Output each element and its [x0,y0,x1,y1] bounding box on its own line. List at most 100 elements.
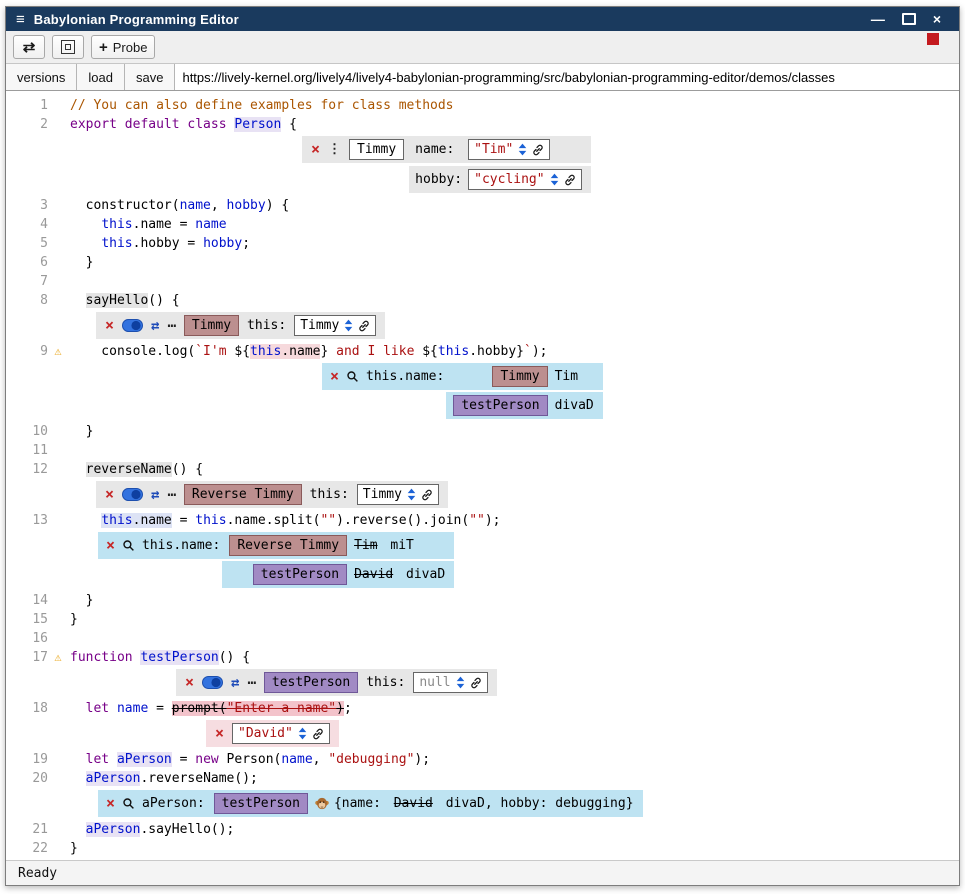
spinner-icon[interactable] [298,727,307,740]
this-value-box[interactable]: null [413,672,487,693]
code-line[interactable]: this.hobby = hobby; [68,234,250,253]
spinner-icon[interactable] [518,143,527,156]
code-line[interactable]: } [68,839,78,858]
widget-anchor: ×this.name:Reverse TimmyTim miTtestPerso… [96,532,454,588]
gutter-marker-slot [48,750,68,769]
activate-toggle[interactable] [122,319,143,332]
code-line[interactable]: this.name = this.name.split("").reverse(… [68,511,501,530]
swap-icon[interactable]: ⇄ [151,318,159,334]
close-icon[interactable]: × [215,726,224,741]
code-line[interactable]: export default class Person { [68,115,297,134]
swap-icon[interactable]: ⇄ [231,675,239,691]
example-chip[interactable]: Timmy [184,315,239,336]
more-options-icon[interactable]: ⋯ [167,487,175,503]
link-icon[interactable] [564,174,576,186]
versions-button[interactable]: versions [6,64,77,90]
example-field-value-box[interactable]: "cycling" [468,169,581,190]
close-icon[interactable]: × [105,487,114,502]
menu-icon[interactable]: ≡ [16,11,25,28]
url-input[interactable] [175,64,959,90]
example-chip[interactable]: Reverse Timmy [229,535,347,556]
code-line[interactable]: aPerson.reverseName(); [68,769,258,788]
code-line[interactable]: let name = prompt("Enter a name"); [68,699,352,718]
close-icon[interactable]: × [105,318,114,333]
example-chip[interactable]: testPerson [253,564,347,585]
gutter-marker-slot [48,769,68,788]
code-line[interactable]: console.log(`I'm ${this.name} and I like… [68,342,547,361]
gutter: 19 [6,750,68,769]
code-token: .name = [133,217,196,232]
maximize-icon[interactable] [902,13,916,25]
code-token: let [86,752,109,767]
code-token [70,752,86,767]
code-token: ` [524,344,532,359]
close-icon[interactable]: × [185,675,194,690]
close-icon[interactable]: × [311,142,320,157]
line-number: 16 [8,629,48,648]
close-icon[interactable]: × [106,796,115,811]
minimize-icon[interactable]: — [871,12,885,26]
code-token: name [195,217,226,232]
spinner-icon[interactable] [456,676,465,689]
code-token: ${ [422,344,438,359]
activate-toggle[interactable] [202,676,223,689]
code-line[interactable]: aPerson.sayHello(); [68,820,234,839]
spinner-icon[interactable] [407,488,416,501]
spinner-icon[interactable] [550,173,559,186]
this-value-box[interactable]: Timmy [357,484,439,505]
code-line[interactable]: } [68,610,78,629]
swap-icon[interactable]: ⇄ [151,487,159,503]
more-options-icon[interactable]: ⋯ [247,675,255,691]
more-options-icon[interactable]: ⋯ [167,318,175,334]
gutter-marker-slot [48,291,68,310]
example-chip[interactable]: testPerson [214,793,308,814]
save-button[interactable]: save [125,64,175,90]
link-icon[interactable] [312,728,324,740]
code-line[interactable]: reverseName() { [68,460,203,479]
link-icon[interactable] [358,320,370,332]
example-chip[interactable]: testPerson [264,672,358,693]
probe-chip-cell: Reverse Timmy [222,532,354,559]
activate-toggle[interactable] [122,488,143,501]
example-name-box[interactable]: Timmy [349,139,404,160]
link-icon[interactable] [532,144,544,156]
value-text: Timmy [300,318,339,333]
swap-button[interactable]: ⇄ [13,35,45,59]
code-token: ); [532,344,548,359]
link-icon[interactable] [470,677,482,689]
close-window-icon[interactable]: × [933,12,941,26]
code-line[interactable]: let aPerson = new Person(name, "debuggin… [68,750,430,769]
code-editor[interactable]: 1// You can also define examples for cla… [6,91,959,860]
example-chip[interactable]: Timmy [492,366,547,387]
code-token: reverseName [86,462,172,477]
code-line[interactable]: // You can also define examples for clas… [68,96,454,115]
frame-select-button[interactable] [52,35,84,59]
line-number: 5 [8,234,48,253]
gutter: 1 [6,96,68,115]
widget-anchor: ×aPerson:testPerson{name: David divaD, h… [96,790,643,817]
example-chip[interactable]: Reverse Timmy [184,484,302,505]
close-icon[interactable]: × [330,369,339,384]
code-line[interactable]: this.name = name [68,215,227,234]
gutter-marker-slot [48,629,68,648]
code-line[interactable]: } [68,253,93,272]
code-line-row: 20 aPerson.reverseName(); [6,769,959,788]
example-chip[interactable]: testPerson [453,395,547,416]
load-button[interactable]: load [77,64,125,90]
code-line[interactable]: } [68,591,93,610]
code-line[interactable]: constructor(name, hobby) { [68,196,289,215]
close-icon[interactable]: × [106,538,115,553]
example-field-value-box[interactable]: "Tim" [468,139,550,160]
code-line[interactable]: function testPerson() { [68,648,250,667]
code-token: Person( [219,752,282,767]
code-token: name [281,752,312,767]
this-value-box[interactable]: Timmy [294,315,376,336]
code-line[interactable]: sayHello() { [68,291,180,310]
spinner-icon[interactable] [344,319,353,332]
replacement-value-box[interactable]: "David" [232,723,330,744]
code-token [109,701,117,716]
code-line[interactable]: } [68,422,93,441]
add-probe-button[interactable]: + Probe [91,35,155,59]
drag-handle-icon[interactable]: ⋮ [328,142,341,157]
link-icon[interactable] [421,489,433,501]
